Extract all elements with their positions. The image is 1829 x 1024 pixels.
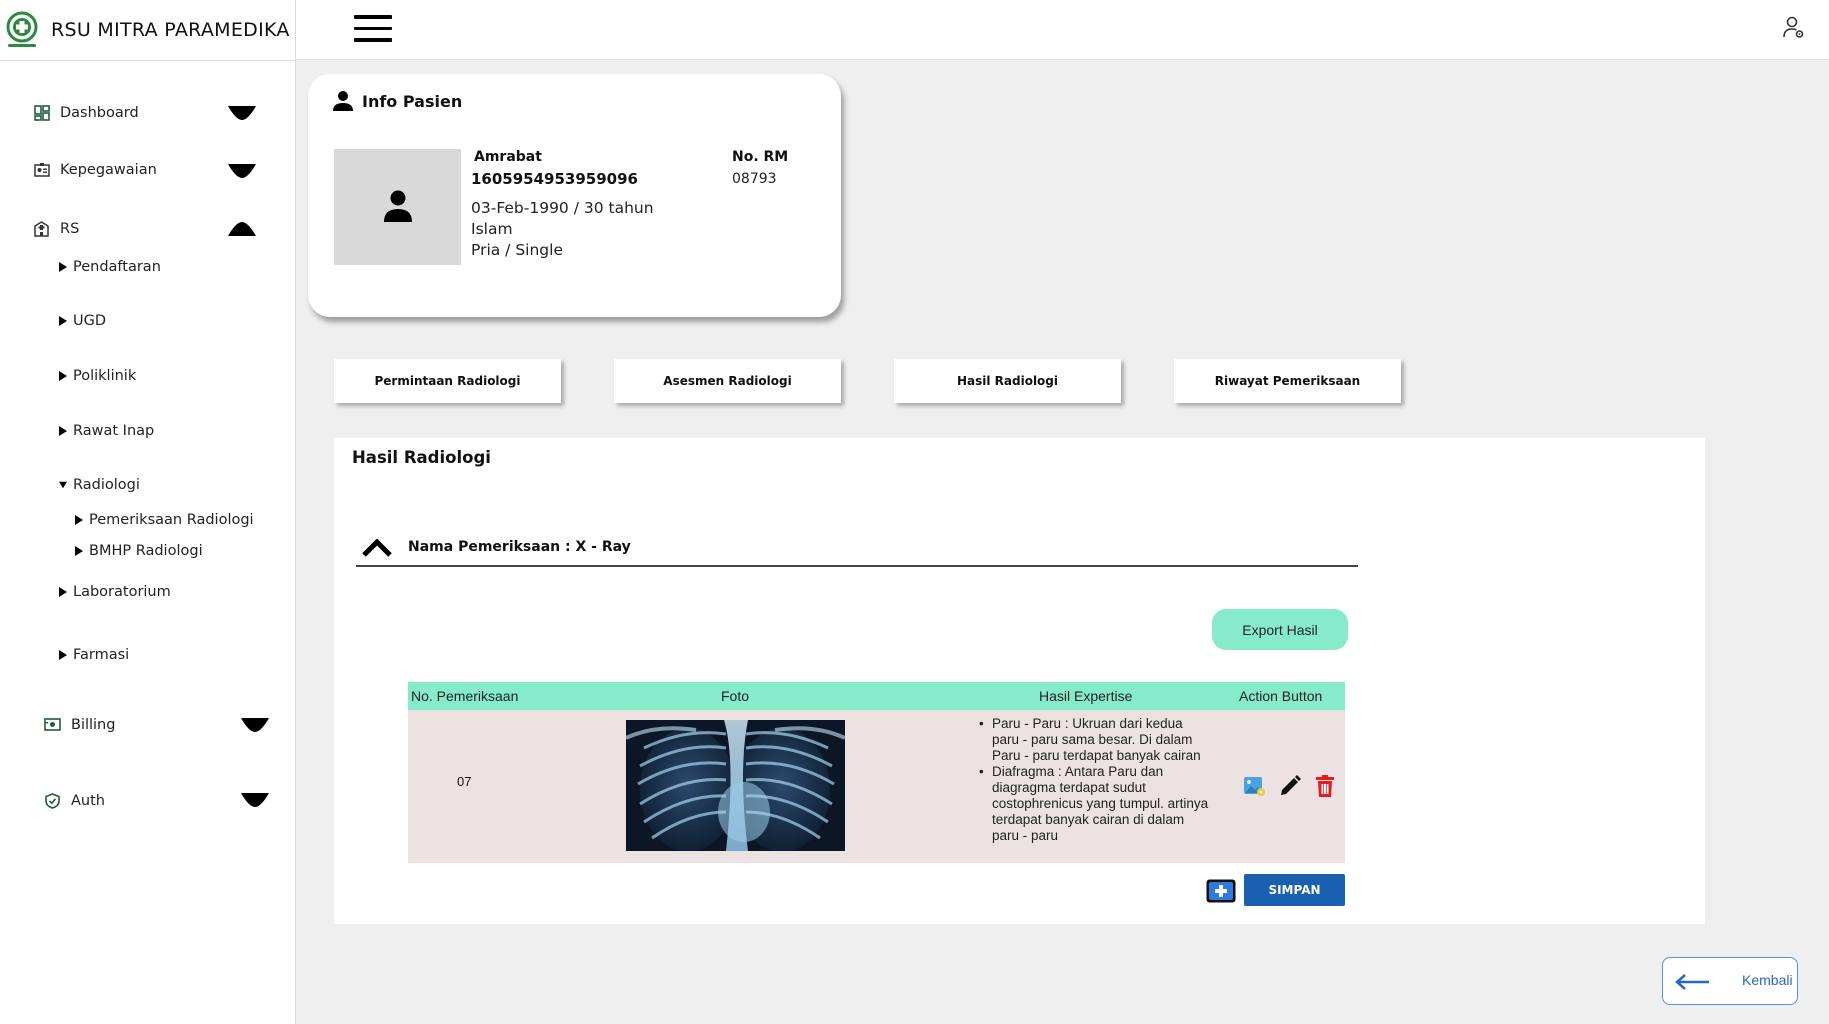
- sidebar-item-label: RS: [60, 220, 80, 237]
- subitem-label: UGD: [73, 313, 107, 329]
- bullet-right-icon: [59, 262, 67, 272]
- rm-label: No. RM: [732, 149, 789, 165]
- user-avatar-icon: [383, 190, 412, 222]
- brand[interactable]: RSU MITRA PARAMEDIKA: [0, 0, 296, 60]
- subitem-label: Pendaftaran: [73, 259, 161, 275]
- delete-trash-icon[interactable]: [1313, 774, 1337, 798]
- bullet-right-icon: [59, 426, 67, 436]
- sidebar-item-label: Billing: [71, 716, 116, 733]
- column-header: Action Button: [1239, 688, 1323, 704]
- patient-name: Amrabat: [474, 149, 542, 165]
- sidebar-item-auth[interactable]: Auth: [44, 792, 105, 809]
- patient-nik: 1605954953959096: [471, 170, 638, 188]
- user-settings-icon[interactable]: [1783, 15, 1805, 39]
- chevron-up-icon[interactable]: [228, 222, 256, 236]
- hamburger-menu-icon[interactable]: [354, 15, 392, 43]
- bullet-right-icon: [59, 316, 67, 326]
- sidebar-item-kepegawaian[interactable]: Kepegawaian: [33, 161, 157, 178]
- bullet-right-icon: [59, 650, 67, 660]
- table-header-row: No. Pemeriksaan Foto Hasil Expertise Act…: [408, 682, 1345, 710]
- subitem-label: Rawat Inap: [73, 423, 155, 439]
- add-row-icon[interactable]: [1206, 879, 1236, 903]
- exam-name-label: Nama Pemeriksaan : X - Ray: [408, 539, 631, 555]
- chevron-down-icon[interactable]: [241, 718, 269, 732]
- user-icon: [333, 91, 353, 111]
- subitem-label: Farmasi: [73, 647, 130, 663]
- chevron-down-icon[interactable]: [241, 793, 269, 807]
- bullet-right-icon: [59, 587, 67, 597]
- sidebar-subitem-radiologi[interactable]: Radiologi: [59, 477, 140, 493]
- subitem-label: Laboratorium: [73, 584, 171, 600]
- bullet-right-icon: [75, 546, 83, 556]
- sidebar-subitem-farmasi[interactable]: Farmasi: [59, 647, 129, 663]
- column-header: No. Pemeriksaan: [411, 688, 519, 704]
- top-bar: [296, 0, 1829, 60]
- bullet-down-icon: [59, 481, 67, 489]
- shield-icon: [44, 792, 61, 809]
- patient-info-card: Info Pasien Amrabat 1605954953959096 03-…: [308, 74, 841, 317]
- hasil-radiologi-panel: Hasil Radiologi Nama Pemeriksaan : X - R…: [334, 438, 1705, 924]
- expertise-item: Paru - Paru : Ukruan dari kedua paru - p…: [979, 716, 1209, 764]
- image-upload-icon[interactable]: [1242, 774, 1266, 798]
- subitem-label: Radiologi: [73, 477, 140, 493]
- edit-pencil-icon[interactable]: [1278, 774, 1302, 798]
- sidebar-item-label: Auth: [71, 792, 105, 809]
- subitem-label: Pemeriksaan Radiologi: [89, 512, 254, 528]
- subitem-label: BMHP Radiologi: [89, 543, 203, 559]
- sidebar-subitem-pendaftaran[interactable]: Pendaftaran: [59, 259, 161, 275]
- patient-card-title: Info Pasien: [362, 91, 463, 111]
- table-row: 07 • Paru - Paru: Ukruan dari kedua par…: [408, 710, 1345, 863]
- sidebar-item-rs[interactable]: RS: [33, 220, 79, 237]
- sidebar-subitem-laboratorium[interactable]: Laboratorium: [59, 584, 171, 600]
- export-result-button[interactable]: Export Hasil: [1212, 609, 1348, 650]
- tab-permintaan-radiologi[interactable]: Permintaan Radiologi: [334, 359, 561, 403]
- subitem-label: Poliklinik: [73, 368, 137, 384]
- arrow-left-icon: [1675, 974, 1709, 990]
- sidebar-subitem-ugd[interactable]: UGD: [59, 313, 106, 329]
- brand-divider: [0, 60, 296, 61]
- rm-value: 08793: [732, 171, 777, 187]
- sidebar-subitem-poliklinik[interactable]: Poliklinik: [59, 368, 136, 384]
- tab-riwayat-pemeriksaan[interactable]: Riwayat Pemeriksaan: [1174, 359, 1401, 403]
- bullet-right-icon: [75, 515, 83, 525]
- dashboard-icon: [33, 104, 50, 121]
- panel-title: Hasil Radiologi: [352, 448, 491, 467]
- id-card-icon: [33, 161, 50, 178]
- hospital-logo: [6, 11, 38, 47]
- exam-number: 07: [457, 774, 472, 789]
- result-table: No. Pemeriksaan Foto Hasil Expertise Act…: [408, 682, 1345, 863]
- chevron-up-icon[interactable]: [362, 539, 392, 557]
- column-header: Foto: [721, 688, 750, 704]
- xray-image[interactable]: [626, 720, 845, 851]
- sidebar-item-label: Dashboard: [60, 104, 139, 121]
- sidebar-subitem-pemeriksaan-radiologi[interactable]: Pemeriksaan Radiologi: [75, 512, 254, 528]
- sidebar-item-label: Kepegawaian: [60, 161, 157, 178]
- sidebar-item-dashboard[interactable]: Dashboard: [33, 104, 139, 121]
- sidebar-subitem-rawat-inap[interactable]: Rawat Inap: [59, 423, 154, 439]
- expertise-item: Diafragma : Antara Paru dan diagragma te…: [979, 764, 1209, 844]
- sidebar: RSU MITRA PARAMEDIKA Dashboard Kepegawai…: [0, 0, 296, 1024]
- app-title: RSU MITRA PARAMEDIKA: [51, 19, 290, 41]
- column-header: Hasil Expertise: [1039, 688, 1133, 704]
- chevron-down-icon[interactable]: [228, 164, 256, 178]
- patient-religion: Islam: [471, 220, 513, 238]
- back-button[interactable]: Kembali: [1662, 957, 1798, 1005]
- patient-photo-placeholder: [334, 149, 461, 265]
- hospital-icon: [33, 220, 50, 237]
- patient-card-header: Info Pasien: [332, 90, 462, 112]
- back-label: Kembali: [1742, 972, 1793, 988]
- sidebar-item-billing[interactable]: Billing: [44, 716, 115, 733]
- bullet-right-icon: [59, 371, 67, 381]
- tab-asesmen-radiologi[interactable]: Asesmen Radiologi: [614, 359, 841, 403]
- tab-hasil-radiologi[interactable]: Hasil Radiologi: [894, 359, 1121, 403]
- expertise-list: Paru - Paru : Ukruan dari kedua paru - p…: [979, 716, 1209, 844]
- exam-section-header: Nama Pemeriksaan : X - Ray: [356, 533, 1358, 567]
- patient-dob-age: 03-Feb-1990 / 30 tahun: [471, 199, 654, 217]
- save-button[interactable]: SIMPAN: [1244, 874, 1345, 906]
- chevron-down-icon[interactable]: [228, 106, 256, 120]
- billing-icon: [44, 716, 61, 733]
- patient-gender-status: Pria / Single: [471, 241, 563, 259]
- sidebar-subitem-bmhp-radiologi[interactable]: BMHP Radiologi: [75, 543, 203, 559]
